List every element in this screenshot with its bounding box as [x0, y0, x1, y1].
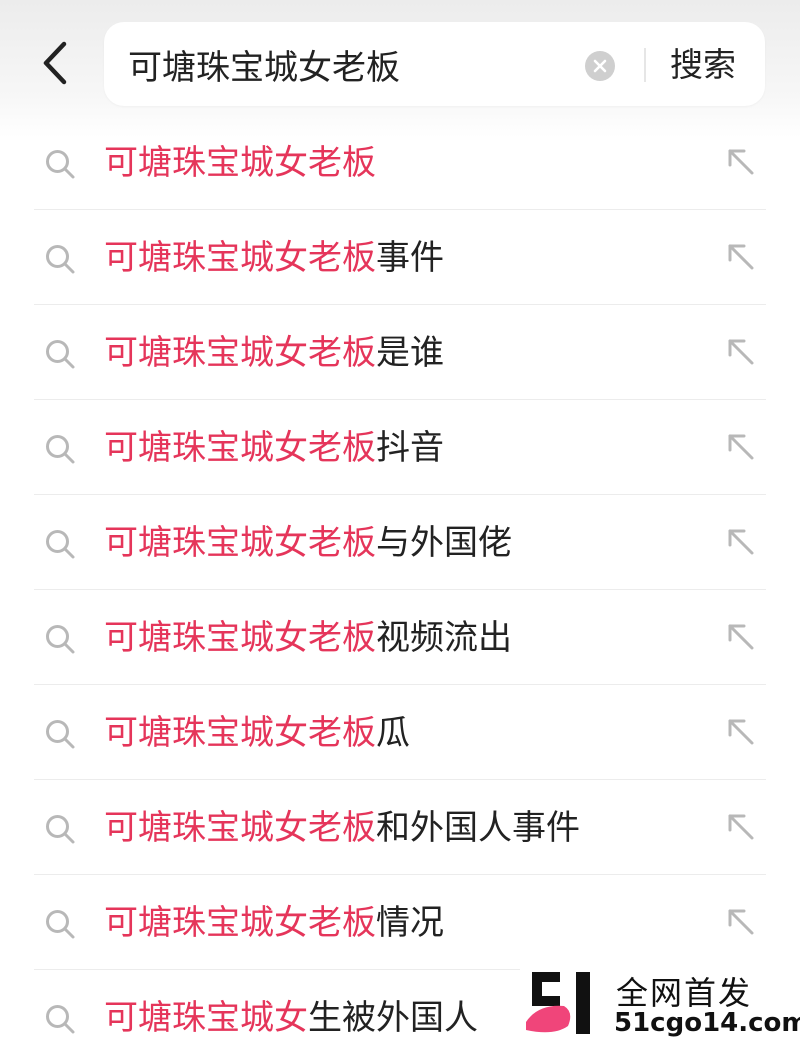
- arrow-up-left-icon[interactable]: [724, 145, 758, 179]
- suggestion-item[interactable]: 可塘珠宝城女老板抖音: [0, 400, 800, 495]
- suggestion-text: 可塘珠宝城女老板瓜: [104, 707, 410, 759]
- chevron-left-icon: [43, 41, 67, 85]
- suggestion-text: 可塘珠宝城女老板情况: [104, 897, 444, 949]
- suggestion-highlight: 可塘珠宝城女老板: [104, 523, 376, 563]
- suggestion-text: 可塘珠宝城女老板是谁: [104, 327, 444, 379]
- suggestion-item[interactable]: 可塘珠宝城女老板和外国人事件: [0, 780, 800, 875]
- suggestion-highlight: 可塘珠宝城女老板: [104, 143, 376, 183]
- arrow-up-left-icon[interactable]: [724, 905, 758, 939]
- arrow-up-left-icon[interactable]: [724, 240, 758, 274]
- suggestion-text: 可塘珠宝城女老板: [104, 137, 376, 189]
- watermark-domain: 51cgo14.com: [614, 1008, 800, 1038]
- suggestion-item[interactable]: 可塘珠宝城女老板是谁: [0, 305, 800, 400]
- search-icon: [46, 720, 75, 749]
- suggestion-rest: 瓜: [376, 713, 410, 753]
- site-logo: [526, 972, 590, 1034]
- search-box: 搜索: [104, 22, 765, 106]
- suggestion-item[interactable]: 可塘珠宝城女老板与外国佬: [0, 495, 800, 590]
- suggestion-rest: 事件: [376, 238, 444, 278]
- suggestion-text: 可塘珠宝城女老板抖音: [104, 422, 444, 474]
- suggestion-highlight: 可塘珠宝城女老板: [104, 428, 376, 468]
- suggestion-text: 可塘珠宝城女老板与外国佬: [104, 517, 512, 569]
- clear-circle-icon: [593, 59, 607, 73]
- suggestion-rest: 和外国人事件: [376, 808, 580, 848]
- suggestion-list: 可塘珠宝城女老板 可塘珠宝城女老板事件 可塘珠宝城女老板是谁 可塘珠宝城女老板抖音 可塘…: [0, 115, 800, 1048]
- suggestion-text: 可塘珠宝城女老板和外国人事件: [104, 802, 580, 854]
- arrow-up-left-icon[interactable]: [724, 810, 758, 844]
- search-icon: [46, 530, 75, 559]
- suggestion-highlight: 可塘珠宝城女老板: [104, 333, 376, 373]
- suggestion-highlight: 可塘珠宝城女老板: [104, 808, 376, 848]
- suggestion-highlight: 可塘珠宝城女老板: [104, 903, 376, 943]
- search-suggestion-page: 搜索 可塘珠宝城女老板可塘珠宝城女老板事件可塘珠宝城女老板是谁可塘珠宝城女老板抖…: [0, 0, 800, 1048]
- suggestion-item[interactable]: 可塘珠宝城女老板视频流出: [0, 590, 800, 685]
- suggestion-text: 可塘珠宝城女老板视频流出: [104, 612, 512, 664]
- clear-button[interactable]: [585, 51, 615, 81]
- search-icon: [46, 815, 75, 844]
- suggestion-text: 可塘珠宝城女生被外国人: [104, 992, 478, 1044]
- arrow-up-left-icon[interactable]: [724, 620, 758, 654]
- suggestion-rest: 是谁: [376, 333, 444, 373]
- suggestion-item[interactable]: 可塘珠宝城女老板事件: [0, 210, 800, 305]
- suggestion-highlight: 可塘珠宝城女老板: [104, 618, 376, 658]
- search-button[interactable]: 搜索: [670, 40, 740, 90]
- suggestion-rest: 视频流出: [376, 618, 512, 658]
- back-button[interactable]: [30, 38, 80, 88]
- suggestion-rest: 抖音: [376, 428, 444, 468]
- suggestion-highlight: 可塘珠宝城女: [104, 998, 308, 1038]
- arrow-up-left-icon[interactable]: [724, 715, 758, 749]
- search-icon: [46, 1005, 75, 1034]
- arrow-up-left-icon[interactable]: [724, 335, 758, 369]
- suggestion-item[interactable]: 可塘珠宝城女老板: [0, 115, 800, 210]
- suggestion-highlight: 可塘珠宝城女老板: [104, 713, 376, 753]
- suggestion-rest: 情况: [376, 903, 444, 943]
- suggestion-rest: 生被外国人: [308, 998, 478, 1038]
- search-icon: [46, 435, 75, 464]
- arrow-up-left-icon[interactable]: [724, 525, 758, 559]
- search-icon: [46, 625, 75, 654]
- suggestion-item[interactable]: 可塘珠宝城女老板情况: [0, 875, 800, 970]
- search-icon: [46, 150, 75, 179]
- search-icon: [46, 910, 75, 939]
- search-icon: [46, 245, 75, 274]
- search-input[interactable]: [128, 36, 568, 92]
- suggestion-item[interactable]: 可塘珠宝城女老板瓜: [0, 685, 800, 780]
- suggestion-rest: 与外国佬: [376, 523, 512, 563]
- suggestion-highlight: 可塘珠宝城女老板: [104, 238, 376, 278]
- suggestion-text: 可塘珠宝城女老板事件: [104, 232, 444, 284]
- watermark: 全网首发 51cgo14.com: [520, 968, 800, 1040]
- search-divider: [644, 48, 646, 82]
- search-icon: [46, 340, 75, 369]
- arrow-up-left-icon[interactable]: [724, 430, 758, 464]
